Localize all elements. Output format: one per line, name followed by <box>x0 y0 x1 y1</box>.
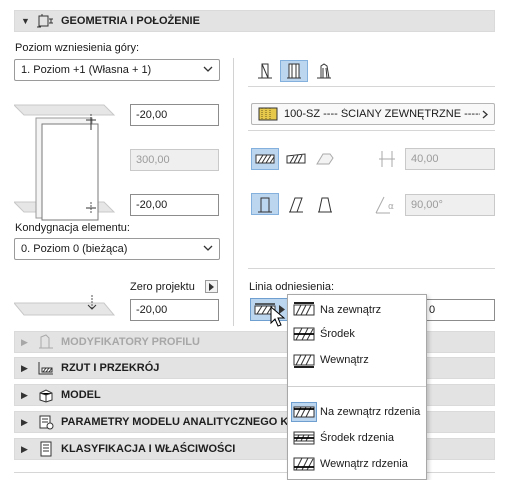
geometry-icon <box>37 14 53 28</box>
slant-angle-field[interactable]: 90,00° <box>405 194 495 216</box>
model-cube-icon <box>39 389 53 403</box>
wall-hatch-polygon-button[interactable] <box>311 148 339 170</box>
menu-item-core-outside[interactable]: Na zewnątrz rdzenia <box>288 400 426 424</box>
chevron-down-icon <box>203 245 213 251</box>
zero-project-arrow-button[interactable] <box>205 280 218 293</box>
wall-slanted-button[interactable] <box>280 60 308 82</box>
menu-item-label: Środek rdzenia <box>320 432 394 444</box>
wall-profile-icon <box>317 63 331 79</box>
expand-triangle-icon: ▶ <box>21 389 28 400</box>
height-field[interactable]: 300,00 <box>130 149 219 171</box>
home-story-value: 0. Poziom 0 (bieżąca) <box>21 243 128 255</box>
triangle-right-icon <box>209 282 214 291</box>
expand-triangle-icon: ▶ <box>21 362 28 373</box>
menu-item-label: Wewnątrz rdzenia <box>320 458 408 470</box>
menu-item-inside[interactable]: Wewnątrz <box>288 348 426 372</box>
expand-triangle-icon: ▶ <box>21 336 28 347</box>
expand-triangle-icon: ▼ <box>21 16 30 26</box>
column-separator <box>233 58 234 326</box>
zero-project-field[interactable]: -20,00 <box>130 299 219 321</box>
wall-slant-double-button[interactable] <box>311 193 339 215</box>
wall-trapezoid-icon <box>286 153 306 164</box>
analytical-model-icon <box>39 415 54 430</box>
wall-slant-single-button[interactable] <box>282 193 310 215</box>
section-title: MODEL <box>61 389 101 401</box>
wall-composite-icon <box>287 63 301 79</box>
reference-offset-value: 0 <box>429 304 436 316</box>
zero-project-label: Zero projektu <box>130 281 195 293</box>
composite-swatch-icon <box>258 107 278 121</box>
divider <box>248 86 495 87</box>
thickness-icon <box>379 151 395 167</box>
ref-outside-icon <box>293 302 315 316</box>
wall-slant-straight-button[interactable] <box>251 193 279 215</box>
plan-section-icon <box>38 362 53 375</box>
home-story-label: Kondygnacja elementu: <box>15 222 130 234</box>
reference-line-label: Linia odniesienia: <box>249 281 335 293</box>
menu-item-label: Wewnątrz <box>320 354 369 366</box>
top-level-value: 1. Poziom +1 (Własna + 1) <box>21 64 152 76</box>
top-offset-field[interactable]: -20,00 <box>130 104 219 126</box>
divider <box>248 130 495 131</box>
composite-select[interactable]: 100-SZ ---- ŚCIANY ZEWNĘTRZNE ------ <box>251 103 495 125</box>
home-story-select[interactable]: 0. Poziom 0 (bieżąca) <box>14 238 220 260</box>
wall-polygon-icon <box>316 153 334 165</box>
menu-item-core-center[interactable]: Środek rdzenia <box>288 426 426 450</box>
section-title: RZUT I PRZEKRÓJ <box>61 362 160 374</box>
ref-core-inside-icon <box>293 457 315 471</box>
menu-divider <box>288 386 426 387</box>
wall-geometry-diagram-icon <box>14 104 116 221</box>
slant-angle-icon: α <box>375 196 394 214</box>
wall-profile-button[interactable] <box>310 60 338 82</box>
wall-double-slanted-icon <box>318 197 332 213</box>
ref-core-center-icon <box>293 431 315 445</box>
classification-icon <box>40 441 52 457</box>
wall-hatch-straight-button[interactable] <box>251 148 279 170</box>
wall-straight-section-icon <box>258 197 272 213</box>
chevron-down-icon <box>203 66 213 72</box>
wall-hatch-trapezoid-button[interactable] <box>282 148 310 170</box>
expand-triangle-icon: ▶ <box>21 443 28 454</box>
ref-inside-icon <box>293 354 315 368</box>
top-level-label: Poziom wzniesienia góry: <box>15 42 140 54</box>
expand-triangle-icon: ▶ <box>21 416 28 427</box>
section-title: PARAMETRY MODELU ANALITYCZNEGO KO <box>61 416 297 428</box>
wall-slanted-section-icon <box>289 197 303 213</box>
top-level-select[interactable]: 1. Poziom +1 (Własna + 1) <box>14 59 220 81</box>
menu-item-label: Na zewnątrz <box>320 304 382 316</box>
menu-item-center[interactable]: Środek <box>288 322 426 346</box>
reference-line-menu: Na zewnątrz Środek Wewnątrz Na zewnątrz … <box>287 294 427 480</box>
wall-straight-button[interactable] <box>251 60 279 82</box>
ref-core-outside-icon <box>291 402 317 422</box>
composite-name: 100-SZ ---- ŚCIANY ZEWNĘTRZNE ------ <box>284 108 480 120</box>
mouse-cursor-icon <box>270 306 286 327</box>
menu-item-outside[interactable]: Na zewnątrz <box>288 298 426 322</box>
section-geometry-header[interactable]: ▼ GEOMETRIA I POŁOŻENIE <box>14 10 495 32</box>
svg-text:α: α <box>388 202 394 212</box>
menu-item-core-inside[interactable]: Wewnątrz rdzenia <box>288 452 426 476</box>
zero-level-icon <box>14 295 116 316</box>
wall-straight-icon <box>258 63 272 79</box>
bottom-offset-field[interactable]: -20,00 <box>130 194 219 216</box>
chevron-right-icon <box>482 110 488 119</box>
menu-item-label: Środek <box>320 328 355 340</box>
section-title: KLASYFIKACJA I WŁAŚCIWOŚCI <box>61 443 236 455</box>
section-title: GEOMETRIA I POŁOŻENIE <box>61 15 200 27</box>
thickness-field[interactable]: 40,00 <box>405 148 495 170</box>
ref-center-icon <box>293 327 315 341</box>
menu-item-label: Na zewnątrz rdzenia <box>320 406 421 418</box>
divider <box>248 268 495 269</box>
profile-modifier-icon <box>39 334 53 349</box>
section-title: MODYFIKATORY PROFILU <box>61 336 200 348</box>
wall-hatch-icon <box>255 154 275 164</box>
